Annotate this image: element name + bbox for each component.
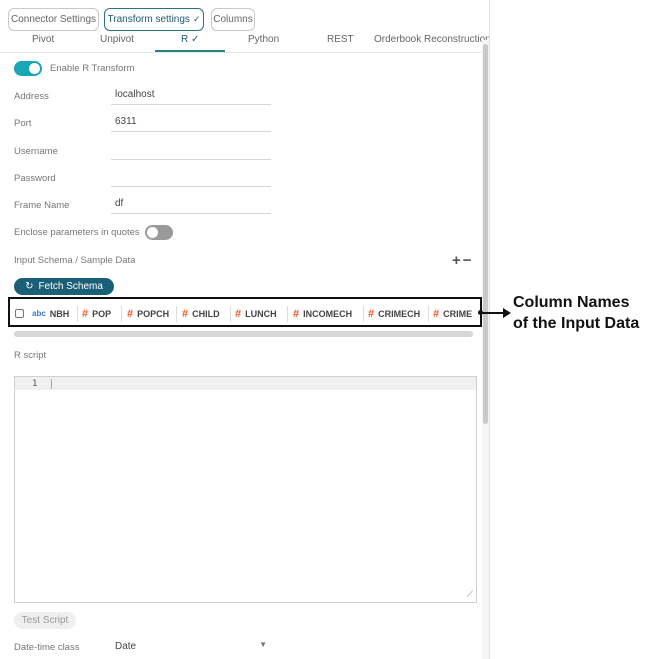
column-header[interactable]: # INCOMECH	[293, 307, 352, 320]
resize-handle-icon[interactable]: ⟋	[467, 589, 473, 600]
callout-text: Column Names of the Input Data	[513, 292, 639, 334]
datetime-class-value: Date	[115, 641, 137, 652]
tab-pivot[interactable]: Pivot	[32, 34, 54, 45]
column-name: INCOMECH	[303, 308, 353, 319]
line-number: 1	[32, 379, 38, 389]
column-header[interactable]: abc NBH	[32, 307, 69, 320]
numeric-type-icon: #	[127, 307, 134, 320]
column-name: CHILD	[192, 308, 220, 319]
enable-r-label: Enable R Transform	[50, 63, 135, 74]
column-header[interactable]: # POP	[82, 307, 111, 320]
password-field[interactable]	[111, 169, 271, 187]
fetch-schema-button[interactable]: ↻ Fetch Schema	[14, 278, 114, 295]
datetime-class-label: Date-time class	[14, 642, 80, 653]
numeric-type-icon: #	[235, 307, 242, 320]
column-header[interactable]: # CHILD	[182, 307, 220, 320]
tab-r[interactable]: R ✓	[181, 34, 199, 45]
tab-columns-label: Columns	[213, 14, 253, 25]
column-name: CRIMECH	[378, 308, 421, 319]
numeric-type-icon: #	[433, 307, 440, 320]
column-name: POPCH	[137, 308, 170, 319]
callout-line-2: of the Input Data	[513, 315, 640, 332]
column-name: CRIME	[443, 308, 473, 319]
column-header[interactable]: # LUNCH	[235, 307, 277, 320]
add-remove-icons[interactable]: +−	[452, 252, 474, 269]
chevron-down-icon: ▼	[259, 640, 267, 649]
numeric-type-icon: #	[368, 307, 375, 320]
numeric-type-icon: #	[293, 307, 300, 320]
column-header[interactable]: # POPCH	[127, 307, 169, 320]
address-label: Address	[14, 91, 49, 102]
username-label: Username	[14, 146, 58, 157]
tab-divider	[0, 52, 482, 53]
test-script-button[interactable]: Test Script	[14, 612, 76, 629]
r-script-label: R script	[14, 350, 47, 361]
username-field[interactable]	[111, 142, 271, 160]
transform-type-tabs: Pivot Unpivot R ✓ Python REST Orderbook …	[0, 34, 489, 52]
enclose-params-toggle[interactable]	[145, 225, 173, 240]
arrow-head-icon	[503, 308, 511, 318]
numeric-type-icon: #	[182, 307, 189, 320]
input-schema-label: Input Schema / Sample Data	[14, 255, 136, 266]
active-tab-indicator	[155, 50, 225, 52]
address-field[interactable]: localhost	[111, 87, 271, 105]
r-transform-panel: Connector Settings Transform settings ✓ …	[0, 0, 490, 659]
column-header[interactable]: # CRIME	[433, 307, 472, 320]
column-name: LUNCH	[245, 308, 277, 319]
port-label: Port	[14, 118, 32, 129]
enable-r-toggle[interactable]	[14, 61, 42, 76]
tab-connector-settings[interactable]: Connector Settings	[8, 8, 99, 31]
enclose-params-label: Enclose parameters in quotes	[14, 227, 140, 238]
checkmark-icon: ✓	[192, 14, 201, 24]
select-all-checkbox[interactable]	[15, 309, 24, 318]
column-header[interactable]: # CRIMECH	[368, 307, 420, 320]
tab-connector-settings-label: Connector Settings	[10, 14, 97, 25]
numeric-type-icon: #	[82, 307, 89, 320]
password-label: Password	[14, 173, 56, 184]
tab-columns[interactable]: Columns	[211, 8, 255, 31]
port-field[interactable]: 6311	[111, 114, 271, 132]
tab-transform-settings[interactable]: Transform settings ✓	[104, 8, 204, 31]
tab-python[interactable]: Python	[248, 34, 279, 45]
tab-orderbook-reconstruction[interactable]: Orderbook Reconstruction	[374, 34, 489, 45]
refresh-icon: ↻	[25, 281, 34, 292]
text-type-icon: abc	[32, 309, 46, 318]
schema-columns-row: abc NBH # POP # POPCH # CHILD # LUNCH # …	[8, 297, 482, 327]
column-name: POP	[92, 308, 112, 319]
frame-name-field[interactable]: df	[111, 196, 271, 214]
horizontal-scrollbar[interactable]	[14, 331, 473, 337]
column-name: NBH	[49, 308, 70, 319]
tab-rest[interactable]: REST	[327, 34, 354, 45]
frame-name-label: Frame Name	[14, 200, 70, 211]
r-script-editor[interactable]: 1 ⟋	[14, 376, 477, 603]
callout-line-1: Column Names	[513, 294, 630, 311]
vertical-scrollbar-thumb[interactable]	[483, 44, 488, 424]
tab-unpivot[interactable]: Unpivot	[100, 34, 134, 45]
fetch-schema-label: Fetch Schema	[38, 281, 103, 292]
test-script-label: Test Script	[21, 615, 69, 626]
text-cursor	[51, 379, 52, 389]
datetime-class-select[interactable]: Date ▼	[111, 640, 271, 655]
tab-transform-settings-label: Transform settings	[107, 14, 190, 25]
